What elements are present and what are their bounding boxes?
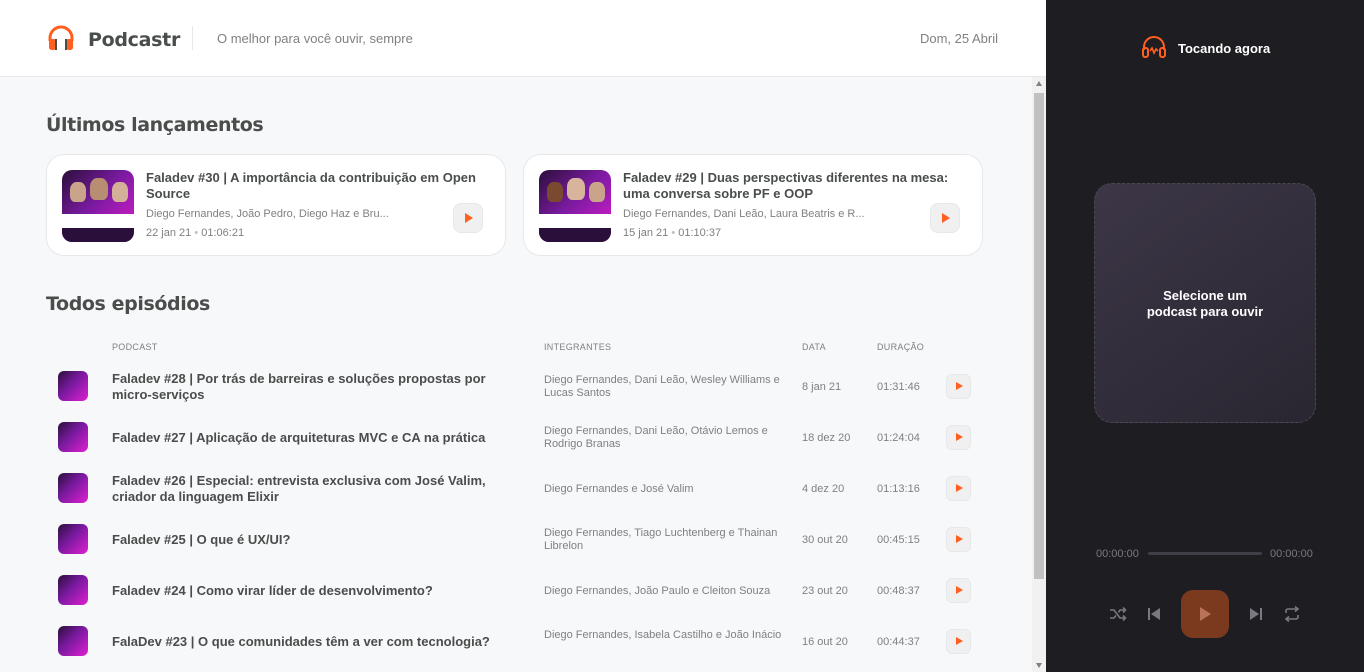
episode-date: 30 out 20 bbox=[802, 534, 848, 546]
scroll-up-arrow-icon[interactable] bbox=[1036, 81, 1042, 86]
episode-duration: 01:13:16 bbox=[877, 483, 920, 495]
column-header-members: INTEGRANTES bbox=[544, 342, 612, 352]
play-button[interactable] bbox=[946, 527, 971, 552]
play-icon bbox=[1200, 607, 1211, 621]
episode-thumbnail[interactable] bbox=[58, 626, 88, 656]
episode-duration: 01:06:21 bbox=[201, 227, 245, 239]
play-button[interactable] bbox=[946, 578, 971, 603]
all-episodes-heading: Todos episódios bbox=[46, 293, 210, 315]
episode-date: 15 jan 21 bbox=[623, 227, 669, 239]
scrollbar[interactable] bbox=[1032, 77, 1046, 672]
episode-title[interactable]: Faladev #24 | Como virar líder de desenv… bbox=[112, 583, 524, 599]
play-button[interactable] bbox=[946, 629, 971, 654]
episode-duration: 00:44:37 bbox=[877, 636, 920, 648]
play-pause-button[interactable] bbox=[1181, 590, 1229, 638]
play-button[interactable] bbox=[453, 203, 483, 233]
player-panel: Tocando agora Selecione um podcast para … bbox=[1046, 0, 1364, 672]
play-icon bbox=[956, 535, 963, 543]
episode-meta: 22 jan 21 • 01:06:21 bbox=[146, 227, 244, 239]
episode-title[interactable]: Faladev #30 | A importância da contribui… bbox=[146, 170, 486, 202]
episode-thumbnail[interactable] bbox=[58, 371, 88, 401]
play-icon bbox=[956, 637, 963, 645]
episode-date: 23 out 20 bbox=[802, 585, 848, 597]
episode-duration: 01:10:37 bbox=[678, 227, 722, 239]
empty-player-text: Selecione um podcast para ouvir bbox=[1146, 288, 1264, 319]
next-icon[interactable] bbox=[1246, 604, 1266, 624]
latest-releases-heading: Últimos lançamentos bbox=[46, 114, 264, 136]
episode-thumbnail[interactable] bbox=[62, 170, 134, 242]
current-date: Dom, 25 Abril bbox=[919, 31, 998, 46]
episode-members: Diego Fernandes, Dani Leão, Otávio Lemos… bbox=[544, 425, 768, 450]
repeat-icon[interactable] bbox=[1282, 604, 1302, 624]
play-button[interactable] bbox=[946, 476, 971, 501]
episode-duration: 01:31:46 bbox=[877, 381, 920, 393]
column-header-podcast: PODCAST bbox=[112, 342, 158, 352]
episode-members: Diego Fernandes e José Valim bbox=[544, 483, 694, 495]
table-row[interactable]: Faladev #28 | Por trás de barreiras e so… bbox=[46, 361, 986, 412]
episode-thumbnail[interactable] bbox=[58, 575, 88, 605]
episode-duration: 00:45:15 bbox=[877, 534, 920, 546]
episode-members: Diego Fernandes, Isabela Castilho e João… bbox=[544, 629, 782, 641]
episode-thumbnail[interactable] bbox=[539, 170, 611, 242]
latest-episode-card[interactable]: Faladev #29 | Duas perspectivas diferent… bbox=[523, 154, 983, 256]
episode-title[interactable]: Faladev #25 | O que é UX/UI? bbox=[112, 532, 524, 548]
episode-duration: 01:24:04 bbox=[877, 432, 920, 444]
episode-title[interactable]: Faladev #29 | Duas perspectivas diferent… bbox=[623, 170, 963, 202]
scroll-down-arrow-icon[interactable] bbox=[1036, 663, 1042, 668]
table-row[interactable]: FalaDev #23 | O que comunidades têm a ve… bbox=[46, 616, 986, 667]
main-content: Podcastr O melhor para você ouvir, sempr… bbox=[0, 0, 1046, 672]
meta-separator: • bbox=[194, 227, 199, 239]
total-time: 00:00:00 bbox=[1270, 548, 1313, 560]
column-header-date: DATA bbox=[802, 342, 826, 352]
play-icon bbox=[465, 213, 473, 223]
empty-player-box: Selecione um podcast para ouvir bbox=[1094, 183, 1316, 423]
episode-date: 8 jan 21 bbox=[802, 381, 842, 393]
tagline: O melhor para você ouvir, sempre bbox=[217, 31, 413, 46]
episode-meta: 15 jan 21 • 01:10:37 bbox=[623, 227, 721, 239]
play-icon bbox=[956, 433, 963, 441]
meta-separator: • bbox=[671, 227, 676, 239]
play-button[interactable] bbox=[946, 425, 971, 450]
play-button[interactable] bbox=[930, 203, 960, 233]
episode-members: Diego Fernandes, Dani Leão, Wesley Willi… bbox=[544, 374, 780, 399]
episode-title[interactable]: Faladev #26 | Especial: entrevista exclu… bbox=[112, 473, 524, 505]
episode-thumbnail[interactable] bbox=[58, 524, 88, 554]
table-row[interactable]: Faladev #25 | O que é UX/UI? Diego Ferna… bbox=[46, 514, 986, 565]
play-button[interactable] bbox=[946, 374, 971, 399]
table-row[interactable]: Faladev #27 | Aplicação de arquiteturas … bbox=[46, 412, 986, 463]
now-playing-title: Tocando agora bbox=[1178, 41, 1271, 56]
episode-duration: 00:48:37 bbox=[877, 585, 920, 597]
episode-members: Diego Fernandes, Dani Leão, Laura Beatri… bbox=[623, 208, 865, 220]
latest-episode-card[interactable]: Faladev #30 | A importância da contribui… bbox=[46, 154, 506, 256]
header: Podcastr O melhor para você ouvir, sempr… bbox=[0, 0, 1046, 77]
shuffle-icon[interactable] bbox=[1108, 604, 1128, 624]
play-icon bbox=[956, 586, 963, 594]
play-icon bbox=[942, 213, 950, 223]
episode-date: 16 out 20 bbox=[802, 636, 848, 648]
episode-date: 4 dez 20 bbox=[802, 483, 845, 495]
headphones-icon bbox=[1142, 36, 1166, 58]
brand-name: Podcastr bbox=[88, 29, 181, 51]
episode-thumbnail[interactable] bbox=[58, 473, 88, 503]
previous-icon[interactable] bbox=[1144, 604, 1164, 624]
episode-members: Diego Fernandes, Tiago Luchtenberg e Tha… bbox=[544, 527, 778, 552]
play-icon bbox=[956, 484, 963, 492]
column-header-duration: DURAÇÃO bbox=[877, 342, 925, 352]
episode-members: Diego Fernandes, João Pedro, Diego Haz e… bbox=[146, 208, 389, 220]
episode-title[interactable]: FalaDev #23 | O que comunidades têm a ve… bbox=[112, 634, 524, 650]
table-row[interactable]: Faladev #24 | Como virar líder de desenv… bbox=[46, 565, 986, 616]
scrollbar-thumb[interactable] bbox=[1034, 93, 1044, 579]
header-divider bbox=[192, 26, 193, 50]
progress-slider[interactable] bbox=[1148, 552, 1262, 555]
episode-thumbnail[interactable] bbox=[58, 422, 88, 452]
headphones-logo-icon bbox=[48, 25, 74, 50]
episode-title[interactable]: Faladev #28 | Por trás de barreiras e so… bbox=[112, 371, 524, 403]
episode-title[interactable]: Faladev #27 | Aplicação de arquiteturas … bbox=[112, 430, 524, 446]
episode-date: 22 jan 21 bbox=[146, 227, 192, 239]
play-icon bbox=[956, 382, 963, 390]
episode-date: 18 dez 20 bbox=[802, 432, 851, 444]
current-time: 00:00:00 bbox=[1096, 548, 1139, 560]
episode-members: Diego Fernandes, João Paulo e Cleiton So… bbox=[544, 585, 771, 597]
table-row[interactable]: Faladev #26 | Especial: entrevista exclu… bbox=[46, 463, 986, 514]
